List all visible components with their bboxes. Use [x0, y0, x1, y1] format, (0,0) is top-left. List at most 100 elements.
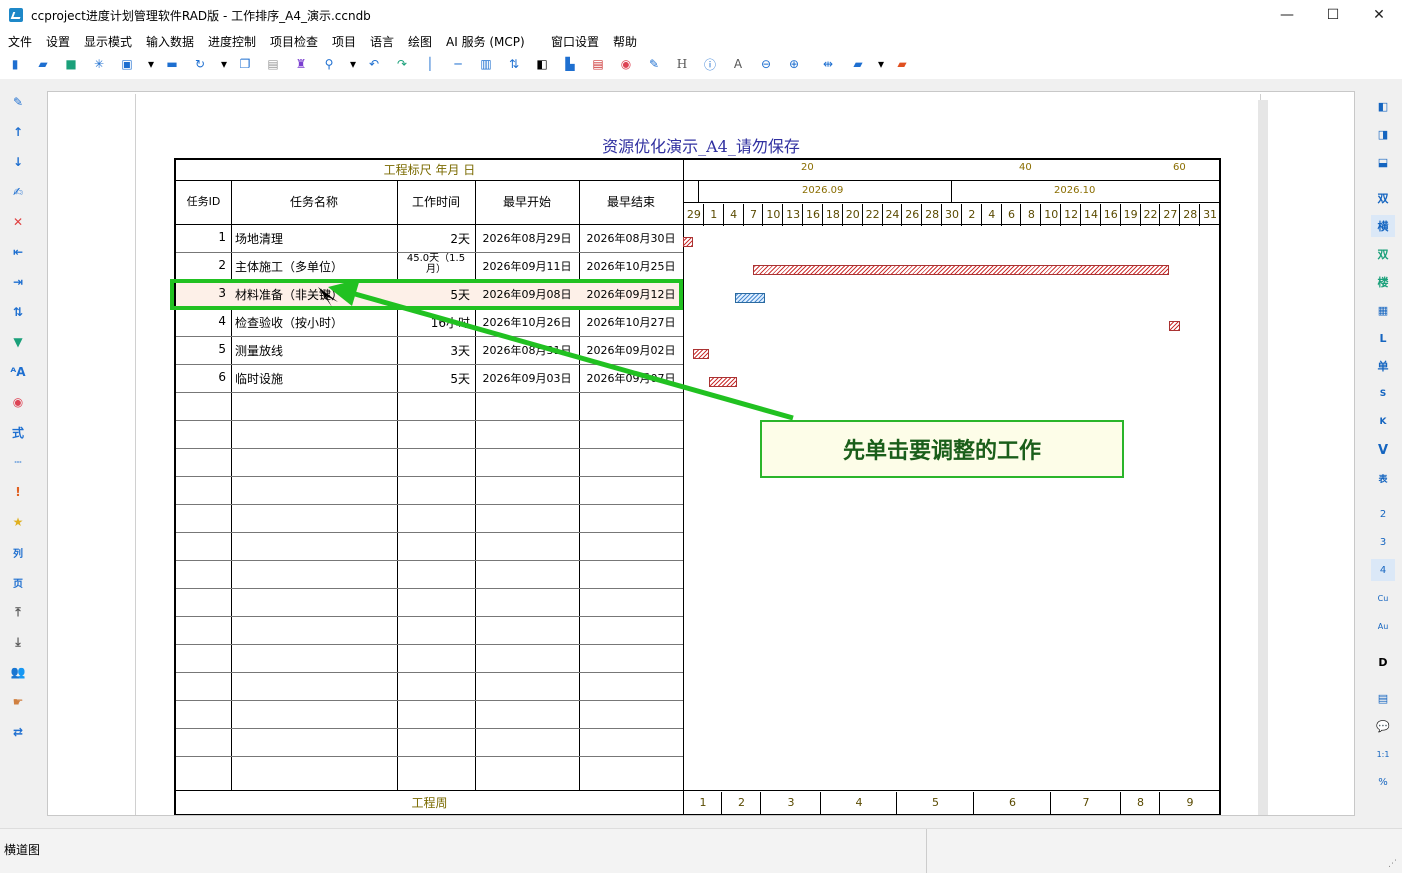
- k-button[interactable]: K: [1371, 411, 1395, 433]
- edit-icon[interactable]: ✍: [9, 183, 27, 201]
- dropdown-arrow-icon[interactable]: ▾: [873, 56, 889, 72]
- right-toolbar: ◧ ◨ ⬓ 双 横 双 楼 ▦ L 单 S K V 表 2 3 4 Cu Au …: [1366, 85, 1402, 805]
- heading-icon[interactable]: H: [674, 56, 690, 72]
- pencil-icon[interactable]: ✎: [9, 93, 27, 111]
- people-icon[interactable]: 👥: [9, 663, 27, 681]
- document-canvas[interactable]: 资源优化演示_A4_请勿保存 工程标尺 年月 日 任务ID 任务名称 工作时间 …: [47, 91, 1355, 816]
- menu-bar: 文件 设置 显示模式 输入数据 进度控制 项目检查 项目 语言 绘图 AI 服务…: [0, 30, 1402, 51]
- text-a-icon[interactable]: A: [730, 56, 746, 72]
- level-2-button[interactable]: 2: [1371, 503, 1395, 525]
- menu-input-data[interactable]: 输入数据: [146, 33, 194, 50]
- single-button[interactable]: 单: [1371, 355, 1395, 377]
- arrow-down-icon[interactable]: ↓: [9, 153, 27, 171]
- filter-icon[interactable]: ▼: [9, 333, 27, 351]
- red-folder-icon[interactable]: ▰: [894, 56, 910, 72]
- edit-doc-icon[interactable]: ✎: [646, 56, 662, 72]
- paste-icon[interactable]: ▤: [265, 56, 281, 72]
- image-icon[interactable]: ▣: [119, 56, 135, 72]
- s-button[interactable]: S: [1371, 383, 1395, 405]
- table-button[interactable]: 表: [1371, 467, 1395, 489]
- refresh-icon[interactable]: ↻: [192, 56, 208, 72]
- maximize-button[interactable]: ☐: [1310, 0, 1356, 30]
- palette-icon[interactable]: ◉: [9, 393, 27, 411]
- swap-icon[interactable]: ⇄: [9, 723, 27, 741]
- indent-icon[interactable]: ⇥: [9, 273, 27, 291]
- outdent-icon[interactable]: ⇤: [9, 243, 27, 261]
- move-top-icon[interactable]: ⤒: [9, 603, 27, 621]
- star-icon[interactable]: ★: [9, 513, 27, 531]
- double-view-alt-button[interactable]: 双: [1371, 243, 1395, 265]
- dotted-line-icon[interactable]: ┄: [9, 453, 27, 471]
- zoom-1-1-button[interactable]: 1:1: [1371, 743, 1395, 765]
- delete-icon[interactable]: ✕: [9, 213, 27, 231]
- table-icon[interactable]: ▦: [1371, 299, 1395, 321]
- paint-icon[interactable]: ▙: [562, 56, 578, 72]
- level-3-button[interactable]: 3: [1371, 531, 1395, 553]
- double-view-button[interactable]: 双: [1371, 187, 1395, 209]
- v-button[interactable]: V: [1371, 439, 1395, 461]
- save-icon[interactable]: ■: [63, 56, 79, 72]
- panel-bottom-icon[interactable]: ⬓: [1371, 151, 1395, 173]
- info-icon[interactable]: ⓘ: [702, 56, 718, 72]
- horizontal-view-button[interactable]: 横: [1371, 215, 1395, 237]
- columns-icon[interactable]: ▥: [478, 56, 494, 72]
- hand-point-icon[interactable]: ☛: [9, 693, 27, 711]
- move-bottom-icon[interactable]: ⤓: [9, 633, 27, 651]
- cu-button[interactable]: Cu: [1371, 587, 1395, 609]
- open-folder-icon[interactable]: ▰: [35, 56, 51, 72]
- fit-icon[interactable]: ⇹: [820, 56, 836, 72]
- menu-file[interactable]: 文件: [8, 33, 32, 50]
- menu-help[interactable]: 帮助: [613, 33, 637, 50]
- status-bar: 横道图 ⋰: [0, 828, 1402, 873]
- arrow-up-icon[interactable]: ↑: [9, 123, 27, 141]
- folder-icon[interactable]: ▰: [850, 56, 866, 72]
- horizontal-line-icon[interactable]: ─: [450, 56, 466, 72]
- sort-icon[interactable]: ⇅: [9, 303, 27, 321]
- menu-window-settings[interactable]: 窗口设置: [551, 33, 599, 50]
- minimize-button[interactable]: —: [1264, 0, 1310, 30]
- menu-progress-control[interactable]: 进度控制: [208, 33, 256, 50]
- panel-left-icon[interactable]: ◧: [1371, 95, 1395, 117]
- au-button[interactable]: Au: [1371, 615, 1395, 637]
- menu-settings[interactable]: 设置: [46, 33, 70, 50]
- building-button[interactable]: 楼: [1371, 271, 1395, 293]
- vertical-line-icon[interactable]: │: [422, 56, 438, 72]
- l-button[interactable]: L: [1371, 327, 1395, 349]
- menu-display-mode[interactable]: 显示模式: [84, 33, 132, 50]
- menu-language[interactable]: 语言: [370, 33, 394, 50]
- format-brush-icon[interactable]: ♜: [293, 56, 309, 72]
- print-icon[interactable]: ▬: [164, 56, 180, 72]
- redo-icon[interactable]: ↷: [394, 56, 410, 72]
- page-icon[interactable]: 页: [9, 573, 27, 591]
- menu-project[interactable]: 项目: [332, 33, 356, 50]
- level-4-button[interactable]: 4: [1371, 559, 1395, 581]
- d-button[interactable]: D: [1371, 651, 1395, 673]
- copy-icon[interactable]: ❐: [237, 56, 253, 72]
- percent-button[interactable]: %: [1371, 771, 1395, 793]
- report-icon[interactable]: ▤: [590, 56, 606, 72]
- close-button[interactable]: ✕: [1356, 0, 1402, 30]
- exclamation-icon[interactable]: !: [9, 483, 27, 501]
- calendar-icon[interactable]: ▤: [1371, 687, 1395, 709]
- sort-icon[interactable]: ⇅: [506, 56, 522, 72]
- style-icon[interactable]: 式: [9, 423, 27, 441]
- search-icon[interactable]: ⚲: [321, 56, 337, 72]
- menu-project-check[interactable]: 项目检查: [270, 33, 318, 50]
- star-burst-icon[interactable]: ✳: [91, 56, 107, 72]
- font-size-icon[interactable]: ᴬA: [9, 363, 27, 381]
- comment-icon[interactable]: 💬: [1371, 715, 1395, 737]
- zoom-in-icon[interactable]: ⊕: [786, 56, 802, 72]
- dropdown-arrow-icon[interactable]: ▾: [216, 56, 232, 72]
- zoom-out-icon[interactable]: ⊖: [758, 56, 774, 72]
- palette-icon[interactable]: ◉: [618, 56, 634, 72]
- menu-ai-service[interactable]: AI 服务 (MCP): [446, 33, 525, 50]
- panel-right-icon[interactable]: ◨: [1371, 123, 1395, 145]
- dropdown-arrow-icon[interactable]: ▾: [143, 56, 159, 72]
- contrast-icon[interactable]: ◧: [534, 56, 550, 72]
- new-icon[interactable]: ▮: [7, 56, 23, 72]
- menu-draw[interactable]: 绘图: [408, 33, 432, 50]
- dropdown-arrow-icon[interactable]: ▾: [345, 56, 361, 72]
- undo-icon[interactable]: ↶: [366, 56, 382, 72]
- column-icon[interactable]: 列: [9, 543, 27, 561]
- resize-grip-icon[interactable]: ⋰: [1388, 859, 1397, 869]
